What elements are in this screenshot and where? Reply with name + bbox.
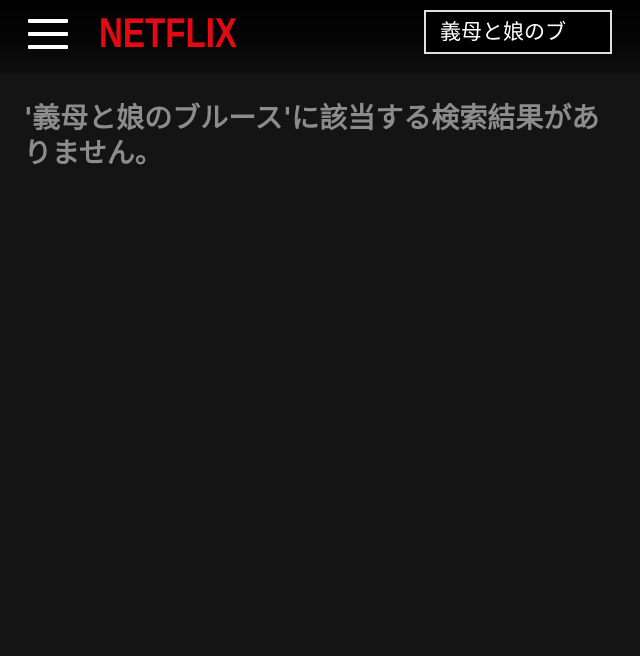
menu-button[interactable] bbox=[24, 14, 72, 54]
netflix-logo-text: NETFLIX bbox=[99, 10, 237, 54]
search-results-area: '義母と娘のブルース'に該当する検索結果がありません。 bbox=[24, 100, 616, 170]
hamburger-menu-icon bbox=[28, 19, 68, 49]
no-results-message: '義母と娘のブルース'に該当する検索結果がありません。 bbox=[24, 101, 600, 169]
top-header: NETFLIX bbox=[0, 0, 640, 74]
netflix-logo[interactable]: NETFLIX bbox=[97, 10, 239, 54]
netflix-logo-svg: NETFLIX bbox=[99, 10, 237, 54]
search-input[interactable] bbox=[440, 19, 600, 45]
menu-bar-top bbox=[28, 19, 68, 23]
search-box[interactable] bbox=[424, 10, 612, 54]
menu-bar-bottom bbox=[28, 45, 68, 49]
app-root: NETFLIX '義母と娘のブルース'に該当する検索結果がありません。 bbox=[0, 0, 640, 656]
menu-bar-middle bbox=[28, 32, 68, 36]
